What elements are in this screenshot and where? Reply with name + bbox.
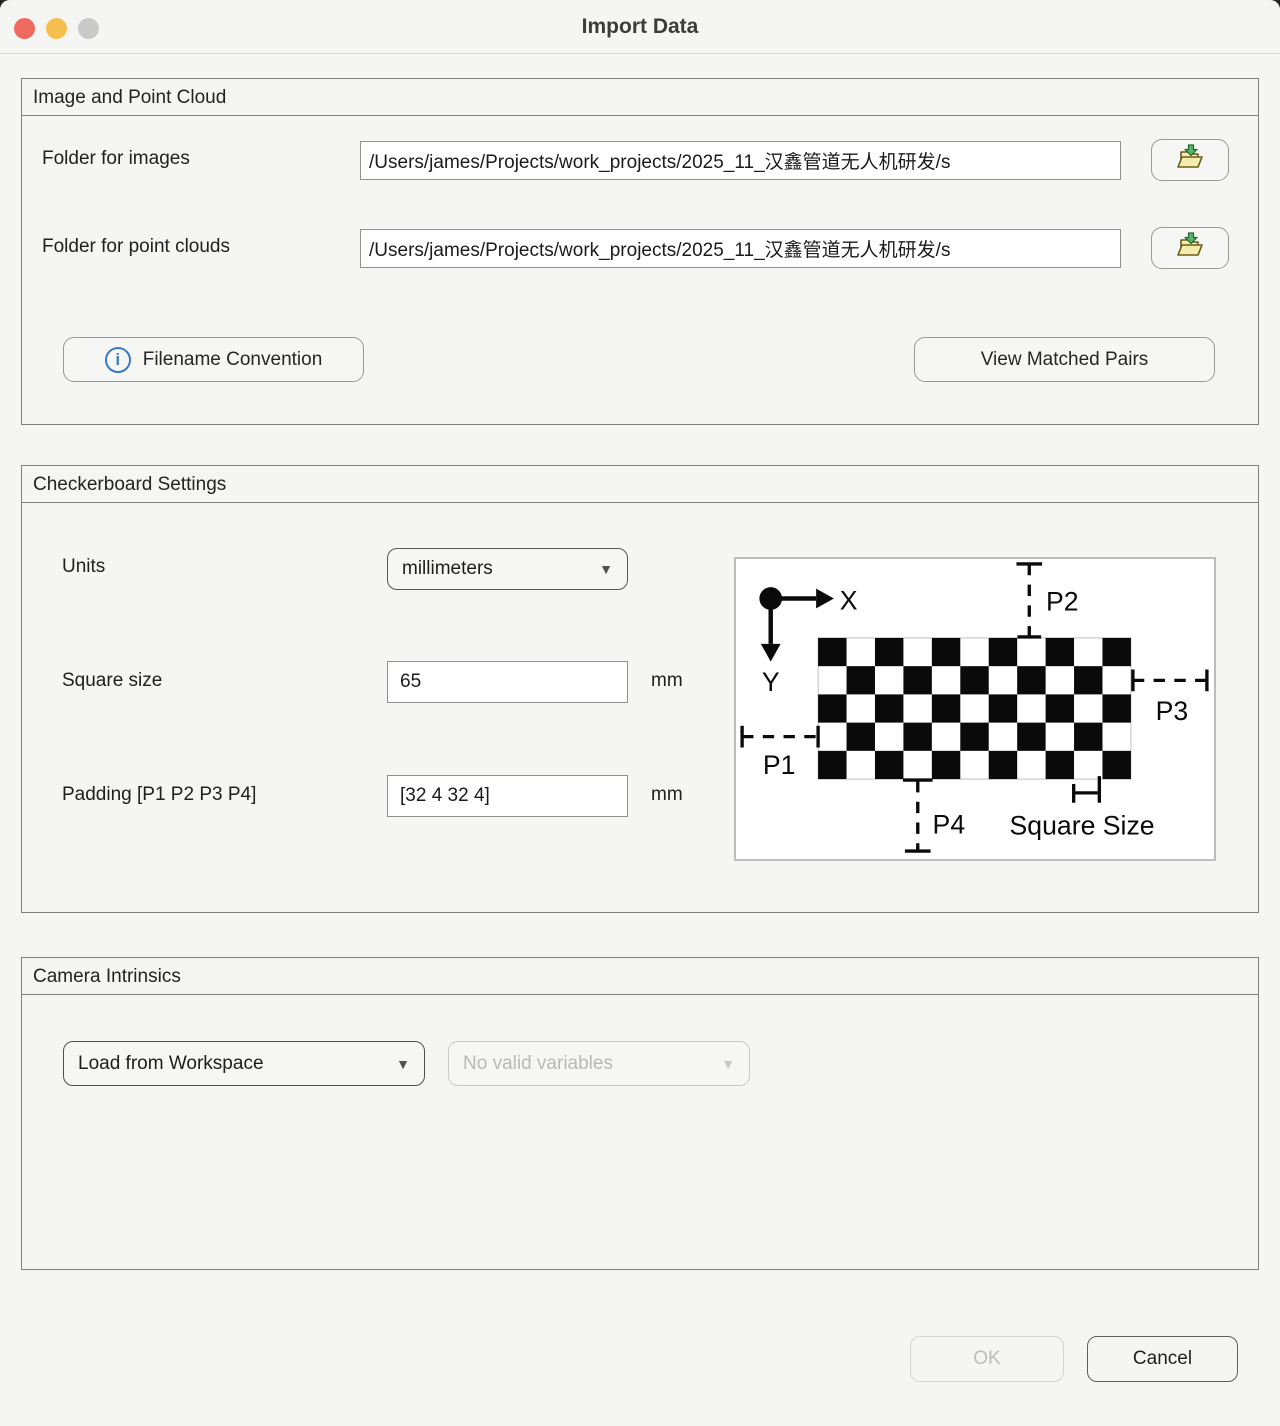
square-size-label: Square size <box>62 670 162 692</box>
intrinsics-variables-dropdown: No valid variables ▼ <box>448 1041 750 1086</box>
p2-label: P2 <box>1046 586 1079 616</box>
checkerboard-diagram: X Y P2 <box>734 557 1216 861</box>
cancel-label: Cancel <box>1133 1348 1192 1370</box>
folder-images-label: Folder for images <box>42 148 190 170</box>
filename-convention-label: Filename Convention <box>143 349 323 371</box>
section-title: Image and Point Cloud <box>22 79 1258 116</box>
padding-unit: mm <box>651 784 683 806</box>
chevron-down-icon: ▼ <box>721 1056 735 1072</box>
intrinsics-source-value: Load from Workspace <box>78 1053 264 1075</box>
intrinsics-variables-value: No valid variables <box>463 1053 613 1075</box>
x-axis-label: X <box>840 585 858 615</box>
ok-label: OK <box>973 1348 1000 1370</box>
view-matched-pairs-button[interactable]: View Matched Pairs <box>914 337 1215 382</box>
section-title: Camera Intrinsics <box>22 958 1258 995</box>
chevron-down-icon: ▼ <box>396 1056 410 1072</box>
title-bar: Import Data <box>0 0 1280 54</box>
padding-label: Padding [P1 P2 P3 P4] <box>62 784 256 806</box>
folder-pointclouds-label: Folder for point clouds <box>42 236 230 258</box>
y-axis-label: Y <box>762 667 780 697</box>
p1-label: P1 <box>763 750 796 780</box>
open-folder-icon <box>1175 144 1205 177</box>
browse-images-button[interactable] <box>1151 139 1229 181</box>
window-title: Import Data <box>0 0 1280 54</box>
folder-images-input[interactable] <box>360 141 1121 180</box>
chevron-down-icon: ▼ <box>599 561 613 577</box>
section-title: Checkerboard Settings <box>22 466 1258 503</box>
square-size-unit: mm <box>651 670 683 692</box>
padding-input[interactable] <box>387 775 628 817</box>
units-selected-value: millimeters <box>402 558 493 580</box>
ok-button: OK <box>910 1336 1064 1382</box>
info-icon: i <box>105 347 131 373</box>
p4-label: P4 <box>933 809 966 839</box>
square-size-input[interactable] <box>387 661 628 703</box>
import-data-dialog: Import Data Image and Point Cloud Folder… <box>0 0 1280 1426</box>
browse-pointclouds-button[interactable] <box>1151 227 1229 269</box>
units-label: Units <box>62 556 105 578</box>
intrinsics-source-dropdown[interactable]: Load from Workspace ▼ <box>63 1041 425 1086</box>
p3-label: P3 <box>1156 696 1189 726</box>
square-size-caption: Square Size <box>1010 810 1155 840</box>
camera-intrinsics-section: Camera Intrinsics <box>21 957 1259 1270</box>
filename-convention-button[interactable]: i Filename Convention <box>63 337 364 382</box>
units-dropdown[interactable]: millimeters ▼ <box>387 548 628 590</box>
folder-pointclouds-input[interactable] <box>360 229 1121 268</box>
view-matched-pairs-label: View Matched Pairs <box>981 349 1149 371</box>
cancel-button[interactable]: Cancel <box>1087 1336 1238 1382</box>
open-folder-icon <box>1175 232 1205 265</box>
